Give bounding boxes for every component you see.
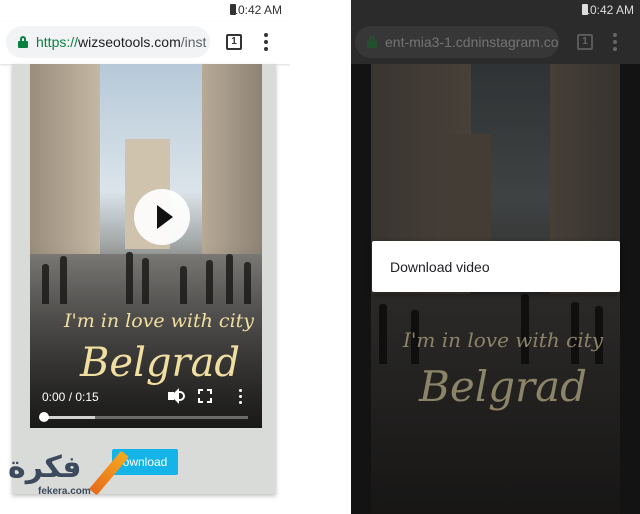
play-button[interactable]	[134, 189, 190, 245]
pen-icon	[89, 450, 129, 496]
url-text: https://wizseotools.com/inst	[36, 34, 206, 50]
context-menu: Download video	[372, 241, 620, 292]
video-caption-line1: I'm in love with city	[403, 328, 604, 352]
url-scheme: https://	[36, 34, 79, 50]
video-caption-line2: Belgrad	[419, 362, 588, 411]
video-more-icon[interactable]	[236, 388, 244, 406]
video-buffer-bar	[44, 416, 95, 419]
watermark-word: فكرة	[8, 450, 82, 485]
video-caption-line1: I'm in love with city	[64, 310, 255, 332]
url-path: /inst	[180, 34, 207, 50]
watermark-logo: فكرة fekera.com	[4, 446, 144, 502]
status-bar: 10:42 AM	[0, 0, 290, 20]
url-host: wizseotools.com	[78, 34, 181, 50]
status-time: 10:42 AM	[583, 3, 634, 17]
play-icon	[157, 205, 173, 229]
video-player[interactable]: I'm in love with city Belgrad 0:00 / 0:1…	[30, 64, 262, 428]
address-bar[interactable]: https://wizseotools.com/inst	[6, 26, 210, 58]
lock-icon	[18, 36, 28, 48]
video-controls: 0:00 / 0:15	[30, 386, 262, 428]
tab-switcher-button[interactable]: 1	[226, 34, 242, 50]
left-phone-screen: 10:42 AM https://wizseotools.com/inst 1	[0, 0, 290, 514]
video-time: 0:00 / 0:15	[42, 390, 99, 404]
video-caption-line2: Belgrad	[80, 340, 241, 386]
page-content: I'm in love with city Belgrad 0:00 / 0:1…	[12, 64, 276, 494]
browser-toolbar: https://wizseotools.com/inst 1	[0, 22, 290, 64]
download-video-menu-item[interactable]: Download video	[390, 259, 490, 275]
fullscreen-icon[interactable]	[198, 389, 212, 403]
volume-icon[interactable]	[168, 388, 186, 404]
video-progress-knob[interactable]	[39, 412, 49, 422]
status-time: 10:42 AM	[231, 3, 282, 17]
screenshot-root: 10:42 AM https://wizseotools.com/inst 1	[0, 0, 640, 514]
video-progress-track[interactable]	[44, 416, 248, 419]
right-phone-screen: 10:42 AM ent-mia3-1.cdninstagram.com 1 I…	[351, 0, 640, 514]
browser-menu-icon[interactable]	[260, 32, 272, 52]
status-bar: 10:42 AM	[351, 0, 640, 20]
watermark-subtitle: fekera.com	[38, 486, 91, 497]
